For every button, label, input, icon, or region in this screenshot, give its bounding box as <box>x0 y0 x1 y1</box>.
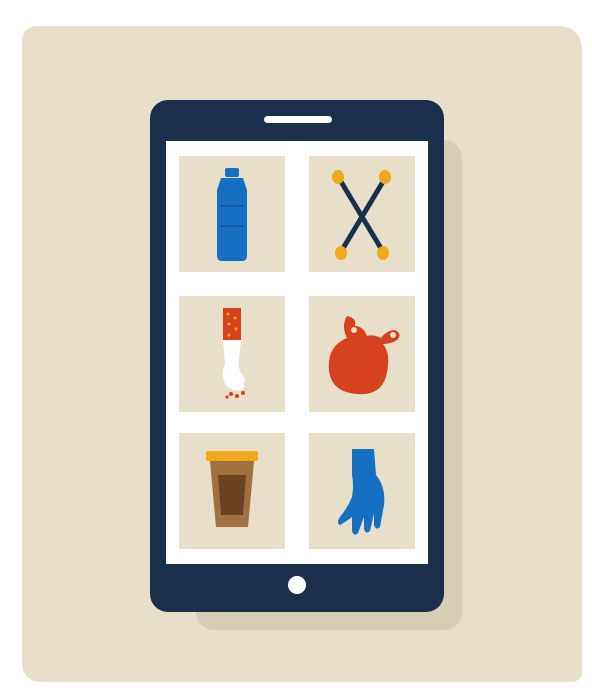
tile-coffee-cup[interactable] <box>179 433 285 549</box>
bottle-icon <box>217 168 247 261</box>
tile-cigarette-butt[interactable] <box>179 296 285 412</box>
home-button[interactable] <box>288 576 306 594</box>
tile-plastic-bag[interactable] <box>309 296 415 412</box>
tile-rubber-glove[interactable] <box>309 433 415 549</box>
cotton-buds-icon <box>332 170 391 260</box>
plastic-bag-icon <box>328 316 400 395</box>
smartphone <box>150 100 444 612</box>
phone-screen <box>166 141 428 564</box>
tile-cotton-buds[interactable] <box>309 156 415 272</box>
glove-icon <box>338 449 385 535</box>
coffee-cup-icon <box>206 451 258 527</box>
tile-plastic-bottle[interactable] <box>179 156 285 272</box>
cigarette-icon <box>223 308 245 399</box>
speaker-slot <box>264 116 332 123</box>
